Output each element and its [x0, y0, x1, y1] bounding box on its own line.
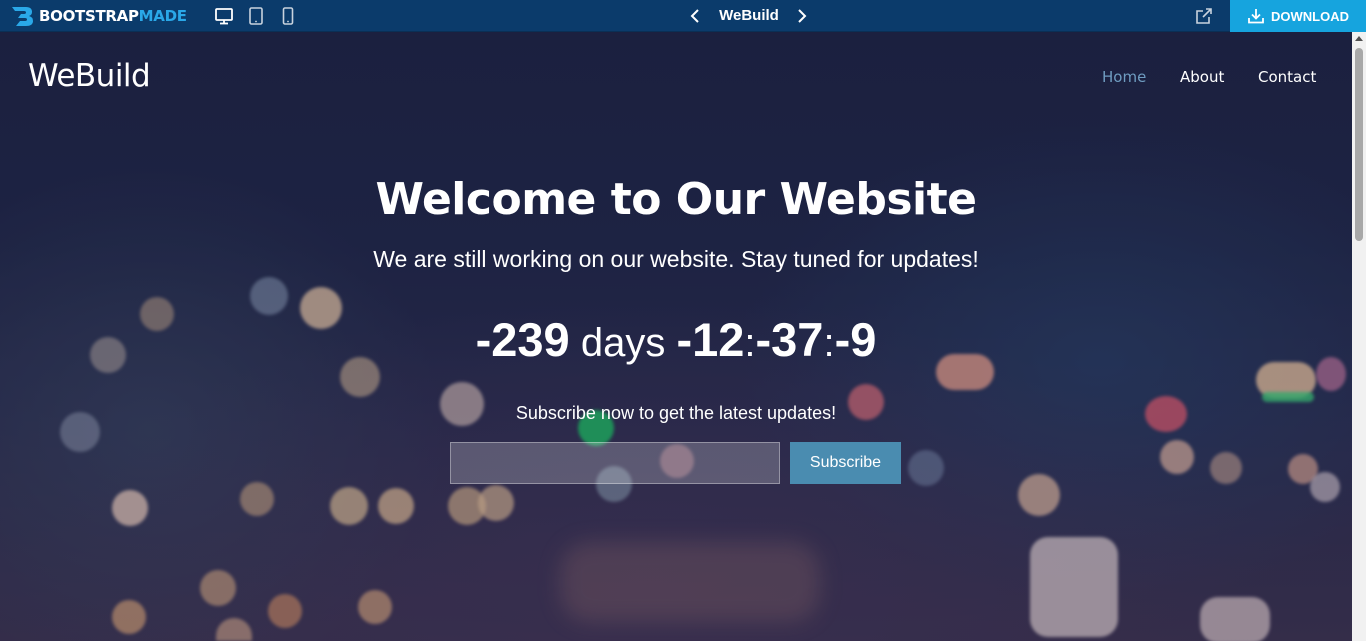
bootstrapmade-logo[interactable]: BOOTSTRAPMADE — [10, 5, 187, 27]
download-button[interactable]: DOWNLOAD — [1230, 0, 1366, 32]
scroll-up-arrow-icon[interactable] — [1355, 36, 1363, 41]
countdown-timer: -239 days -12:-37:-9 — [0, 312, 1352, 367]
countdown-separator: : — [823, 321, 835, 365]
brand-name-part1: BOOTSTRAP — [39, 7, 139, 25]
chevron-right-icon[interactable] — [795, 6, 809, 26]
subscribe-prompt: Subscribe now to get the latest updates! — [515, 403, 837, 423]
external-link-icon[interactable] — [1194, 6, 1214, 26]
brand-name: BOOTSTRAPMADE — [39, 7, 187, 25]
nav-about[interactable]: About — [1180, 68, 1224, 86]
nav-contact[interactable]: Contact — [1258, 68, 1316, 86]
subscribe-button[interactable]: Subscribe — [790, 442, 901, 484]
tablet-icon[interactable] — [246, 6, 266, 26]
countdown-days-label-text: days — [580, 321, 666, 365]
email-input[interactable] — [450, 442, 780, 484]
hero-section: WeBuild Home About Contact Welcome to Ou… — [0, 32, 1352, 641]
countdown-days: -239 — [475, 313, 570, 366]
countdown-days-label: days — [570, 321, 677, 365]
brand-name-part2: MADE — [138, 7, 187, 25]
nav-home[interactable]: Home — [1102, 68, 1146, 86]
site-logo[interactable]: WeBuild — [28, 58, 151, 94]
bootstrapmade-logo-icon — [12, 7, 33, 26]
download-icon — [1248, 9, 1264, 24]
chevron-left-icon[interactable] — [688, 6, 702, 26]
hero-title: Welcome to Our Website — [375, 174, 977, 225]
preview-toolbar: BOOTSTRAPMADE WeBuild DOWNLOAD — [0, 0, 1366, 32]
page-scrollbar[interactable] — [1352, 32, 1366, 641]
countdown-minutes: -37 — [755, 313, 824, 366]
countdown-hours: -12 — [676, 313, 745, 366]
countdown-seconds: -9 — [834, 313, 877, 366]
scroll-thumb[interactable] — [1355, 48, 1363, 241]
hero-subtitle: We are still working on our website. Sta… — [373, 246, 979, 272]
preview-title: WeBuild — [719, 7, 779, 24]
mobile-icon[interactable] — [278, 6, 298, 26]
download-label: DOWNLOAD — [1271, 8, 1349, 24]
desktop-icon[interactable] — [214, 6, 234, 26]
countdown-separator: : — [744, 321, 756, 365]
